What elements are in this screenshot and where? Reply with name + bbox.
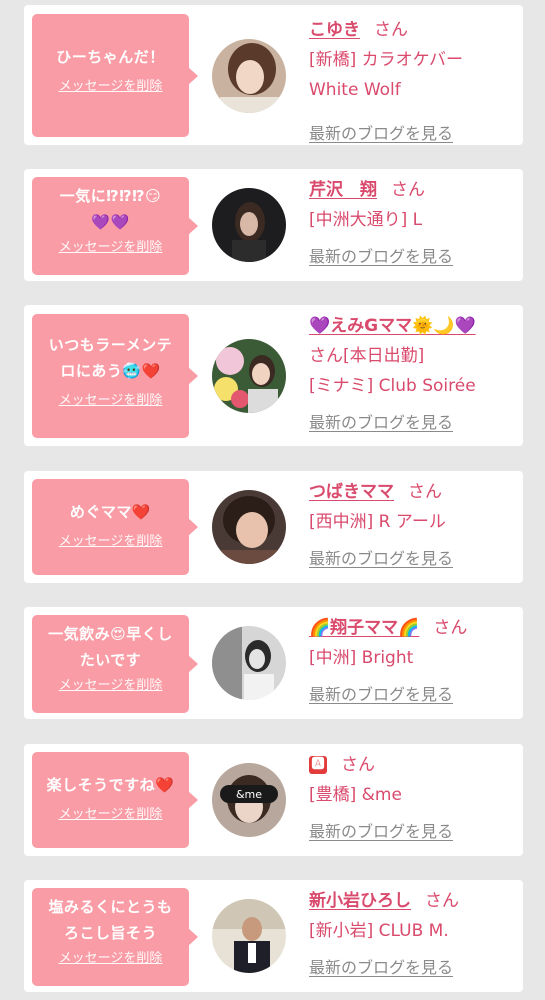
name-line: 💜えみGママ🌞🌙💜 bbox=[309, 311, 511, 341]
message-text: いつもラーメンテ bbox=[48, 336, 173, 354]
honorific: さん bbox=[408, 482, 442, 502]
shop-name: White Wolf bbox=[309, 80, 401, 100]
message-text: ろこし旨そう bbox=[63, 924, 157, 942]
message-bubble: ひーちゃんだ！ メッセージを削除 bbox=[32, 14, 198, 137]
message-text: たいです bbox=[79, 651, 142, 669]
message-text: 一気に⁉⁉⁉😏 bbox=[59, 187, 162, 205]
message-card: めぐママ❤️ メッセージを削除 つばきママ さん [西中洲] R アール 最新のブ… bbox=[24, 471, 523, 583]
profile-info: こゆき さん [新橋] カラオケバー White Wolf 最新のブログを見る bbox=[309, 15, 511, 144]
latest-blog-link[interactable]: 最新のブログを見る bbox=[309, 409, 453, 433]
delete-message-link[interactable]: メッセージを削除 bbox=[36, 533, 185, 551]
message-card: 塩みるくにとうも ろこし旨そう メッセージを削除 新小岩ひろし さん [新小岩] … bbox=[24, 880, 523, 992]
delete-message-link[interactable]: メッセージを削除 bbox=[36, 392, 185, 410]
message-text: 楽しそうですね❤️ bbox=[46, 776, 175, 794]
name-line: こゆき さん bbox=[309, 15, 511, 45]
delete-message-link[interactable]: メッセージを削除 bbox=[36, 950, 185, 968]
message-card: ひーちゃんだ！ メッセージを削除 こゆき さん [新橋] カラオケバー White… bbox=[24, 5, 523, 145]
profile-info: 新小岩ひろし さん [新小岩] CLUB M. 最新のブログを見る bbox=[309, 886, 511, 978]
delete-message-link[interactable]: メッセージを削除 bbox=[36, 239, 185, 257]
delete-message-link[interactable]: メッセージを削除 bbox=[36, 806, 185, 824]
honorific: さん bbox=[341, 755, 375, 775]
name-line: 芹沢 翔さん bbox=[309, 175, 511, 205]
profile-name-link[interactable]: 新小岩ひろし bbox=[309, 891, 411, 911]
honorific: さん bbox=[433, 618, 468, 638]
message-text: ひーちゃんだ！ bbox=[56, 48, 165, 66]
shop-name: [中洲] Bright bbox=[309, 648, 414, 668]
delete-message-link[interactable]: メッセージを削除 bbox=[36, 78, 185, 96]
honorific: さん bbox=[425, 891, 459, 911]
message-bubble: 一気飲み😍早くし たいです メッセージを削除 bbox=[32, 615, 198, 713]
avatar[interactable]: &me bbox=[212, 763, 286, 837]
shop-name: [新小岩] CLUB M. bbox=[309, 921, 449, 941]
profile-name-link[interactable]: 🌈翔子ママ🌈 bbox=[309, 618, 419, 638]
profile-name-link[interactable]: こゆき bbox=[309, 20, 360, 40]
message-text: 塩みるくにとうも bbox=[48, 898, 173, 916]
message-bubble: いつもラーメンテ ロにあう🥶❤️ メッセージを削除 bbox=[32, 314, 198, 438]
avatar[interactable] bbox=[212, 490, 286, 564]
message-text: ロにあう🥶❤️ bbox=[60, 362, 161, 380]
delete-message-link[interactable]: メッセージを削除 bbox=[36, 677, 185, 695]
shop-name: さん[本日出勤] bbox=[309, 346, 425, 366]
honorific: さん bbox=[391, 180, 425, 200]
latest-blog-link[interactable]: 最新のブログを見る bbox=[309, 120, 453, 144]
message-card: 楽しそうですね❤️ メッセージを削除 &me 🅰 さん [豊橋] &me 最新のブ… bbox=[24, 744, 523, 856]
message-bubble: 楽しそうですね❤️ メッセージを削除 bbox=[32, 752, 198, 848]
message-bubble: めぐママ❤️ メッセージを削除 bbox=[32, 479, 198, 575]
honorific: さん bbox=[374, 20, 408, 40]
avatar[interactable] bbox=[212, 339, 286, 413]
message-text: 一気飲み😍早くし bbox=[48, 625, 173, 643]
shop-name: [西中洲] R アール bbox=[309, 512, 446, 532]
latest-blog-link[interactable]: 最新のブログを見る bbox=[309, 545, 453, 569]
profile-name-link[interactable]: つばきママ bbox=[309, 482, 394, 502]
name-line: つばきママ さん bbox=[309, 477, 511, 507]
shop-name: [新橋] カラオケバー bbox=[309, 50, 463, 70]
latest-blog-link[interactable]: 最新のブログを見る bbox=[309, 681, 453, 705]
name-line: 🌈翔子ママ🌈 さん bbox=[309, 613, 511, 643]
shop-name: [中洲大通り] L bbox=[309, 210, 423, 230]
profile-info: 💜えみGママ🌞🌙💜 さん[本日出勤] [ミナミ] Club Soirée 最新の… bbox=[309, 311, 511, 433]
svg-text:&me: &me bbox=[236, 788, 262, 801]
profile-info: 🅰 さん [豊橋] &me 最新のブログを見る bbox=[309, 750, 511, 842]
message-text: めぐママ❤️ bbox=[69, 503, 152, 521]
name-line: 🅰 さん bbox=[309, 750, 511, 780]
profile-info: つばきママ さん [西中洲] R アール 最新のブログを見る bbox=[309, 477, 511, 569]
message-bubble: 一気に⁉⁉⁉😏 💜💜 メッセージを削除 bbox=[32, 177, 198, 275]
message-feed: ひーちゃんだ！ メッセージを削除 こゆき さん [新橋] カラオケバー White… bbox=[0, 0, 545, 1000]
latest-blog-link[interactable]: 最新のブログを見る bbox=[309, 818, 453, 842]
message-card: いつもラーメンテ ロにあう🥶❤️ メッセージを削除 💜えみGママ🌞🌙💜 さん[本… bbox=[24, 305, 523, 446]
avatar[interactable] bbox=[212, 899, 286, 973]
profile-name-link[interactable]: 💜えみGママ🌞🌙💜 bbox=[309, 316, 476, 336]
avatar[interactable] bbox=[212, 626, 286, 700]
shop-name: [ミナミ] Club Soirée bbox=[309, 376, 476, 396]
shop-name: [豊橋] &me bbox=[309, 785, 402, 805]
message-card: 一気飲み😍早くし たいです メッセージを削除 🌈翔子ママ🌈 さん [中洲] Bri… bbox=[24, 607, 523, 719]
message-card: 一気に⁉⁉⁉😏 💜💜 メッセージを削除 芹沢 翔さん [中洲大通り] L 最新の… bbox=[24, 169, 523, 281]
profile-name-link[interactable]: 芹沢 翔 bbox=[309, 180, 377, 200]
profile-info: 🌈翔子ママ🌈 さん [中洲] Bright 最新のブログを見る bbox=[309, 613, 511, 705]
profile-info: 芹沢 翔さん [中洲大通り] L 最新のブログを見る bbox=[309, 175, 511, 267]
latest-blog-link[interactable]: 最新のブログを見る bbox=[309, 243, 453, 267]
name-line: 新小岩ひろし さん bbox=[309, 886, 511, 916]
message-bubble: 塩みるくにとうも ろこし旨そう メッセージを削除 bbox=[32, 888, 198, 986]
avatar[interactable] bbox=[212, 188, 286, 262]
message-text: 💜💜 bbox=[91, 213, 130, 231]
avatar[interactable] bbox=[212, 39, 286, 113]
latest-blog-link[interactable]: 最新のブログを見る bbox=[309, 954, 453, 978]
profile-name-link[interactable]: 🅰 bbox=[309, 756, 327, 774]
